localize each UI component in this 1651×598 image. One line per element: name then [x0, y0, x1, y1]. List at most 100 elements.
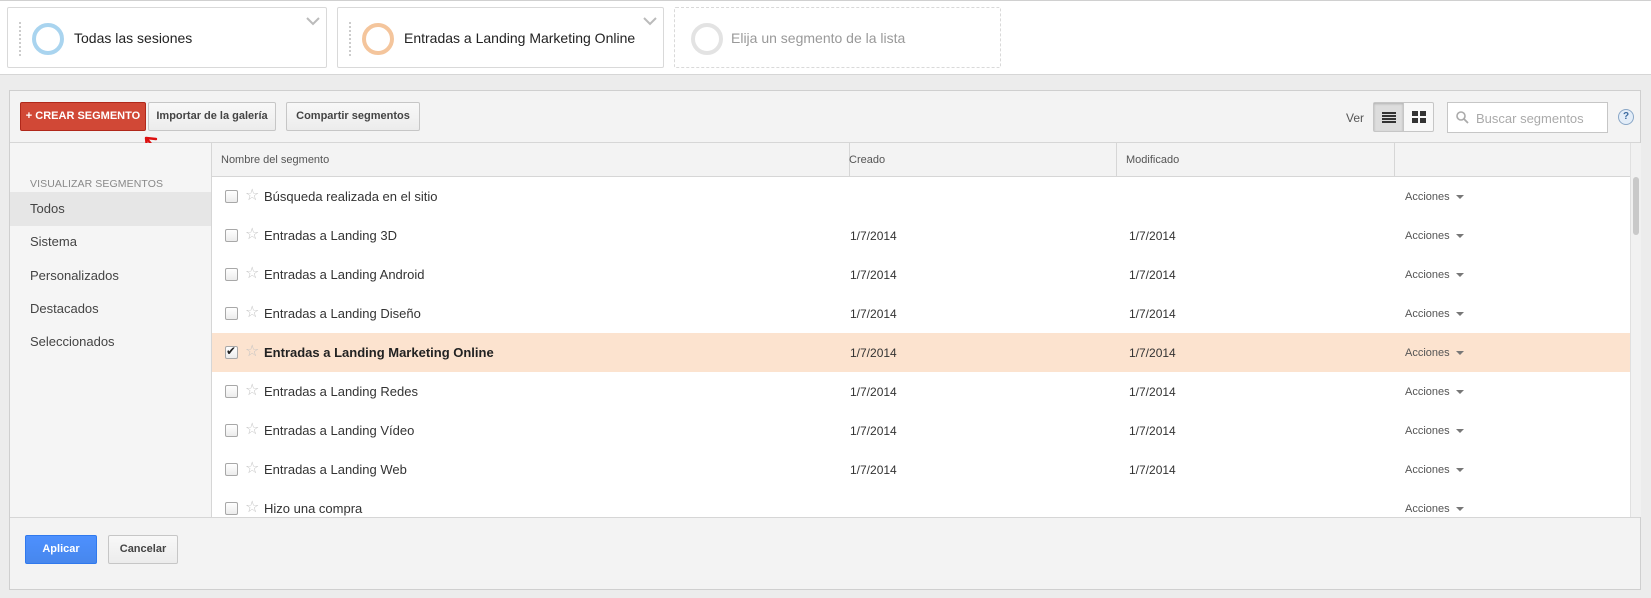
segment-card-empty[interactable]: Elija un segmento de la lista — [674, 7, 1001, 68]
segment-card-all-sessions[interactable]: Todas las sesiones — [7, 7, 327, 68]
cancel-button[interactable]: Cancelar — [108, 535, 178, 564]
sidebar-title: VISUALIZAR SEGMENTOS — [30, 178, 164, 190]
segment-name[interactable]: Entradas a Landing Vídeo — [264, 411, 414, 451]
help-icon[interactable]: ? — [1618, 109, 1634, 125]
actions-label: Acciones — [1405, 386, 1450, 398]
star-icon[interactable]: ☆ — [245, 343, 259, 361]
segment-filter-sidebar: VISUALIZAR SEGMENTOS Todos Sistema Perso… — [10, 143, 212, 517]
row-checkbox[interactable] — [225, 502, 238, 515]
star-icon[interactable]: ☆ — [245, 499, 259, 517]
drag-handle-icon[interactable] — [18, 21, 22, 57]
caret-down-icon — [1455, 273, 1464, 278]
modified-date: 1/7/2014 — [1129, 307, 1176, 321]
modified-date: 1/7/2014 — [1129, 229, 1176, 243]
actions-menu[interactable]: Acciones — [1405, 450, 1464, 490]
segment-name[interactable]: Hizo una compra — [264, 489, 362, 517]
caret-down-icon — [1455, 312, 1464, 317]
actions-menu[interactable]: Acciones — [1405, 255, 1464, 295]
grid-view-icon[interactable] — [1403, 103, 1433, 131]
actions-menu[interactable]: Acciones — [1405, 489, 1464, 517]
sidebar-item-seleccionados[interactable]: Seleccionados — [10, 325, 211, 359]
list-view-icon[interactable] — [1374, 103, 1404, 131]
row-checkbox[interactable] — [225, 307, 238, 320]
chevron-down-icon[interactable] — [306, 17, 320, 27]
sidebar-item-destacados[interactable]: Destacados — [10, 292, 211, 326]
row-checkbox[interactable] — [225, 344, 238, 359]
row-checkbox[interactable] — [225, 463, 238, 476]
column-header-modified[interactable]: Modificado — [1117, 143, 1395, 177]
dialog-footer: Aplicar Cancelar — [10, 517, 1640, 589]
segment-name[interactable]: Entradas a Landing Android — [264, 255, 424, 295]
apply-button[interactable]: Aplicar — [25, 535, 97, 564]
row-checkbox[interactable] — [225, 385, 238, 398]
actions-menu[interactable]: Acciones — [1405, 216, 1464, 256]
search-segments — [1447, 102, 1608, 133]
segment-name[interactable]: Entradas a Landing 3D — [264, 216, 397, 256]
actions-label: Acciones — [1405, 230, 1450, 242]
actions-menu[interactable]: Acciones — [1405, 333, 1464, 373]
created-date: 1/7/2014 — [850, 385, 897, 399]
actions-menu[interactable]: Acciones — [1405, 294, 1464, 334]
actions-label: Acciones — [1405, 503, 1450, 515]
segment-card-landing-marketing[interactable]: Entradas a Landing Marketing Online — [337, 7, 664, 68]
drag-handle-icon[interactable] — [348, 21, 352, 57]
table-row[interactable]: ☆ Entradas a Landing Vídeo 1/7/2014 1/7/201… — [212, 411, 1630, 452]
segment-ring-icon — [32, 23, 64, 55]
sidebar-item-sistema[interactable]: Sistema — [10, 225, 211, 259]
import-gallery-button[interactable]: Importar de la galería — [148, 102, 276, 131]
segment-name[interactable]: Búsqueda realizada en el sitio — [264, 177, 437, 217]
modified-date: 1/7/2014 — [1129, 385, 1176, 399]
toolbar: + CREAR SEGMENTO Importar de la galería … — [10, 91, 1640, 143]
row-checkbox[interactable] — [225, 268, 238, 281]
table-row[interactable]: ☆ Entradas a Landing Android 1/7/2014 1/7/2… — [212, 255, 1630, 296]
segment-label: Entradas a Landing Marketing Online — [404, 30, 636, 46]
created-date: 1/7/2014 — [850, 307, 897, 321]
caret-down-icon — [1455, 390, 1464, 395]
modified-date: 1/7/2014 — [1129, 268, 1176, 282]
sidebar-item-todos[interactable]: Todos — [10, 192, 211, 226]
actions-menu[interactable]: Acciones — [1405, 411, 1464, 451]
column-header-name[interactable]: Nombre del segmento — [212, 143, 850, 177]
table-row[interactable]: ☆ Búsqueda realizada en el sitio Acciones — [212, 177, 1630, 218]
actions-label: Acciones — [1405, 269, 1450, 281]
row-checkbox[interactable] — [225, 190, 238, 203]
row-checkbox[interactable] — [225, 424, 238, 437]
segment-name[interactable]: Entradas a Landing Diseño — [264, 294, 421, 334]
star-icon[interactable]: ☆ — [245, 382, 259, 400]
created-date: 1/7/2014 — [850, 268, 897, 282]
sidebar-item-personalizados[interactable]: Personalizados — [10, 259, 211, 293]
share-segments-button[interactable]: Compartir segmentos — [286, 102, 420, 131]
row-checkbox[interactable] — [225, 229, 238, 242]
segment-placeholder: Elija un segmento de la lista — [731, 30, 906, 46]
table-row[interactable]: ☆ Entradas a Landing Diseño 1/7/2014 1/7/20… — [212, 294, 1630, 335]
search-input[interactable] — [1476, 108, 1604, 128]
caret-down-icon — [1455, 195, 1464, 200]
table-row[interactable]: ☆ Entradas a Landing Marketing Online 1/7/… — [212, 333, 1630, 374]
segment-label: Todas las sesiones — [74, 30, 193, 46]
segment-name[interactable]: Entradas a Landing Redes — [264, 372, 418, 412]
segment-name[interactable]: Entradas a Landing Web — [264, 450, 407, 490]
table-row[interactable]: ☆ Entradas a Landing Web 1/7/2014 1/7/2014 A… — [212, 450, 1630, 491]
modified-date: 1/7/2014 — [1129, 424, 1176, 438]
star-icon[interactable]: ☆ — [245, 187, 259, 205]
segment-bar: Todas las sesiones Entradas a Landing Ma… — [0, 0, 1651, 75]
column-header-created[interactable]: Creado — [840, 143, 1117, 177]
star-icon[interactable]: ☆ — [245, 226, 259, 244]
segment-name[interactable]: Entradas a Landing Marketing Online — [264, 333, 494, 373]
star-icon[interactable]: ☆ — [245, 460, 259, 478]
chevron-down-icon[interactable] — [643, 17, 657, 27]
caret-down-icon — [1455, 468, 1464, 473]
star-icon[interactable]: ☆ — [245, 421, 259, 439]
create-segment-button[interactable]: + CREAR SEGMENTO — [20, 102, 146, 131]
created-date: 1/7/2014 — [850, 229, 897, 243]
scrollbar-thumb[interactable] — [1633, 177, 1639, 235]
actions-menu[interactable]: Acciones — [1405, 177, 1464, 217]
segment-ring-icon — [691, 23, 723, 55]
table-row[interactable]: ☆ Entradas a Landing 3D 1/7/2014 1/7/2014 Ac… — [212, 216, 1630, 257]
table-scrollbar[interactable] — [1630, 143, 1641, 517]
actions-menu[interactable]: Acciones — [1405, 372, 1464, 412]
table-row[interactable]: ☆ Entradas a Landing Redes 1/7/2014 1/7/201… — [212, 372, 1630, 413]
star-icon[interactable]: ☆ — [245, 304, 259, 322]
star-icon[interactable]: ☆ — [245, 265, 259, 283]
table-row[interactable]: ☆ Hizo una compra Acciones — [212, 489, 1630, 517]
